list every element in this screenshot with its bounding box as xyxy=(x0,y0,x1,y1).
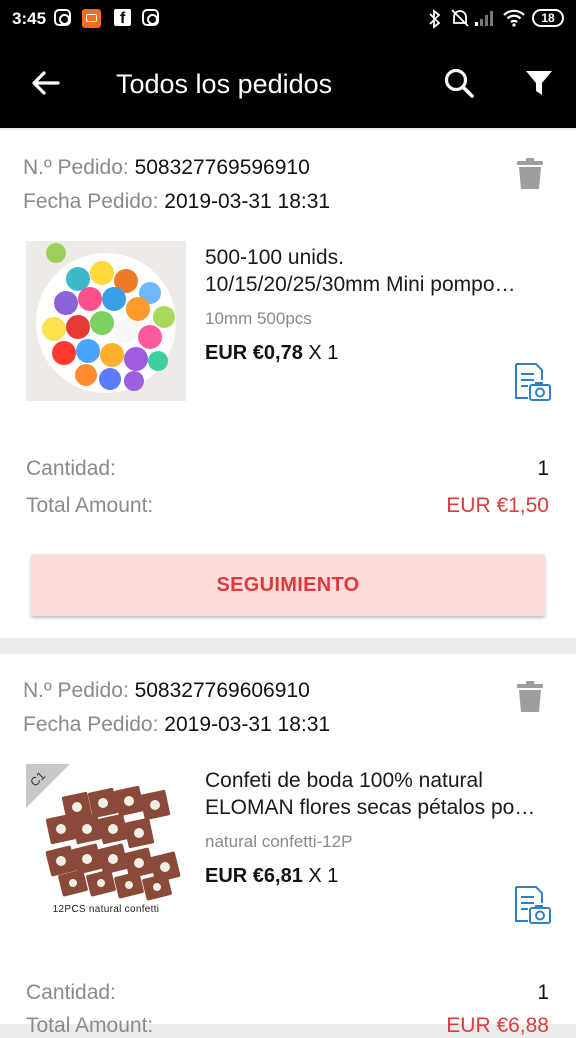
order-date-line: Fecha Pedido: 2019-03-31 18:31 xyxy=(23,190,330,214)
product-title-line: ELOMAN flores secas pétalos po… xyxy=(205,796,536,819)
product-image[interactable] xyxy=(26,241,186,401)
order-date-label: Fecha Pedido: xyxy=(23,190,159,213)
product-variant: 10mm 500pcs xyxy=(205,309,312,328)
product-title-line: Confeti de boda 100% natural xyxy=(205,769,483,792)
battery-icon: 18 xyxy=(532,9,564,27)
trash-icon[interactable] xyxy=(516,158,544,190)
filter-icon[interactable] xyxy=(522,66,556,100)
facebook-icon: f xyxy=(114,9,131,27)
quantity-value: 1 xyxy=(537,457,549,480)
order-card[interactable]: N.º Pedido: 508327769606910 Fecha Pedido… xyxy=(0,654,576,1037)
status-bar: 3:45 f 18 xyxy=(0,0,576,40)
order-number-line: N.º Pedido: 508327769596910 xyxy=(23,156,310,180)
page-title: Todos los pedidos xyxy=(116,69,333,99)
product-title-line: 500-100 unids. xyxy=(205,246,344,269)
order-number-value: 508327769606910 xyxy=(134,679,310,702)
order-date-value: 2019-03-31 18:31 xyxy=(164,713,331,736)
bluetooth-icon xyxy=(429,9,441,29)
product-price: EUR €0,78 xyxy=(205,342,303,364)
total-amount-label: Total Amount: xyxy=(26,1014,154,1037)
instagram-icon xyxy=(54,9,71,26)
quantity-label: Cantidad: xyxy=(26,457,116,480)
product-title[interactable]: 500-100 unids. 10/15/20/25/30mm Mini pom… xyxy=(205,244,550,298)
product-qty: X 1 xyxy=(308,342,339,364)
order-card[interactable]: N.º Pedido: 508327769596910 Fecha Pedido… xyxy=(0,130,576,638)
status-time: 3:45 xyxy=(12,9,47,28)
order-number-value: 508327769596910 xyxy=(134,156,310,179)
signal-icon xyxy=(475,11,493,26)
photo-review-icon[interactable] xyxy=(512,362,552,402)
quantity-label: Cantidad: xyxy=(26,981,116,1004)
product-price-line: EUR €6,81 X 1 xyxy=(205,865,338,888)
back-arrow-icon[interactable] xyxy=(28,66,62,100)
product-price-line: EUR €0,78 X 1 xyxy=(205,342,338,365)
total-amount-label: Total Amount: xyxy=(26,494,154,517)
product-title-line: 10/15/20/25/30mm Mini pompo… xyxy=(205,273,516,296)
product-title[interactable]: Confeti de boda 100% natural ELOMAN flor… xyxy=(205,767,550,821)
alarm-off-icon xyxy=(451,9,469,27)
app-bar: Todos los pedidos xyxy=(0,40,576,128)
quantity-value: 1 xyxy=(537,981,549,1004)
total-amount-value: EUR €6,88 xyxy=(446,1014,549,1037)
instagram-icon xyxy=(142,9,159,26)
order-number-label: N.º Pedido: xyxy=(23,679,129,702)
search-icon[interactable] xyxy=(442,66,476,100)
order-date-label: Fecha Pedido: xyxy=(23,713,159,736)
mi-store-icon xyxy=(82,9,101,28)
product-price: EUR €6,81 xyxy=(205,865,303,887)
product-image[interactable]: C1 12PCS natural confetti xyxy=(26,764,186,924)
battery-level: 18 xyxy=(541,11,555,25)
order-date-value: 2019-03-31 18:31 xyxy=(164,190,331,213)
image-caption: 12PCS natural confetti xyxy=(52,904,160,915)
tracking-button[interactable]: SEGUIMIENTO xyxy=(31,554,545,616)
photo-review-icon[interactable] xyxy=(512,885,552,925)
product-variant: natural confetti-12P xyxy=(205,832,353,851)
total-amount-value: EUR €1,50 xyxy=(446,494,549,517)
order-number-label: N.º Pedido: xyxy=(23,156,129,179)
product-qty: X 1 xyxy=(308,865,339,887)
trash-icon[interactable] xyxy=(516,681,544,713)
wifi-icon xyxy=(503,9,525,27)
order-number-line: N.º Pedido: 508327769606910 xyxy=(23,679,310,703)
order-date-line: Fecha Pedido: 2019-03-31 18:31 xyxy=(23,713,330,737)
